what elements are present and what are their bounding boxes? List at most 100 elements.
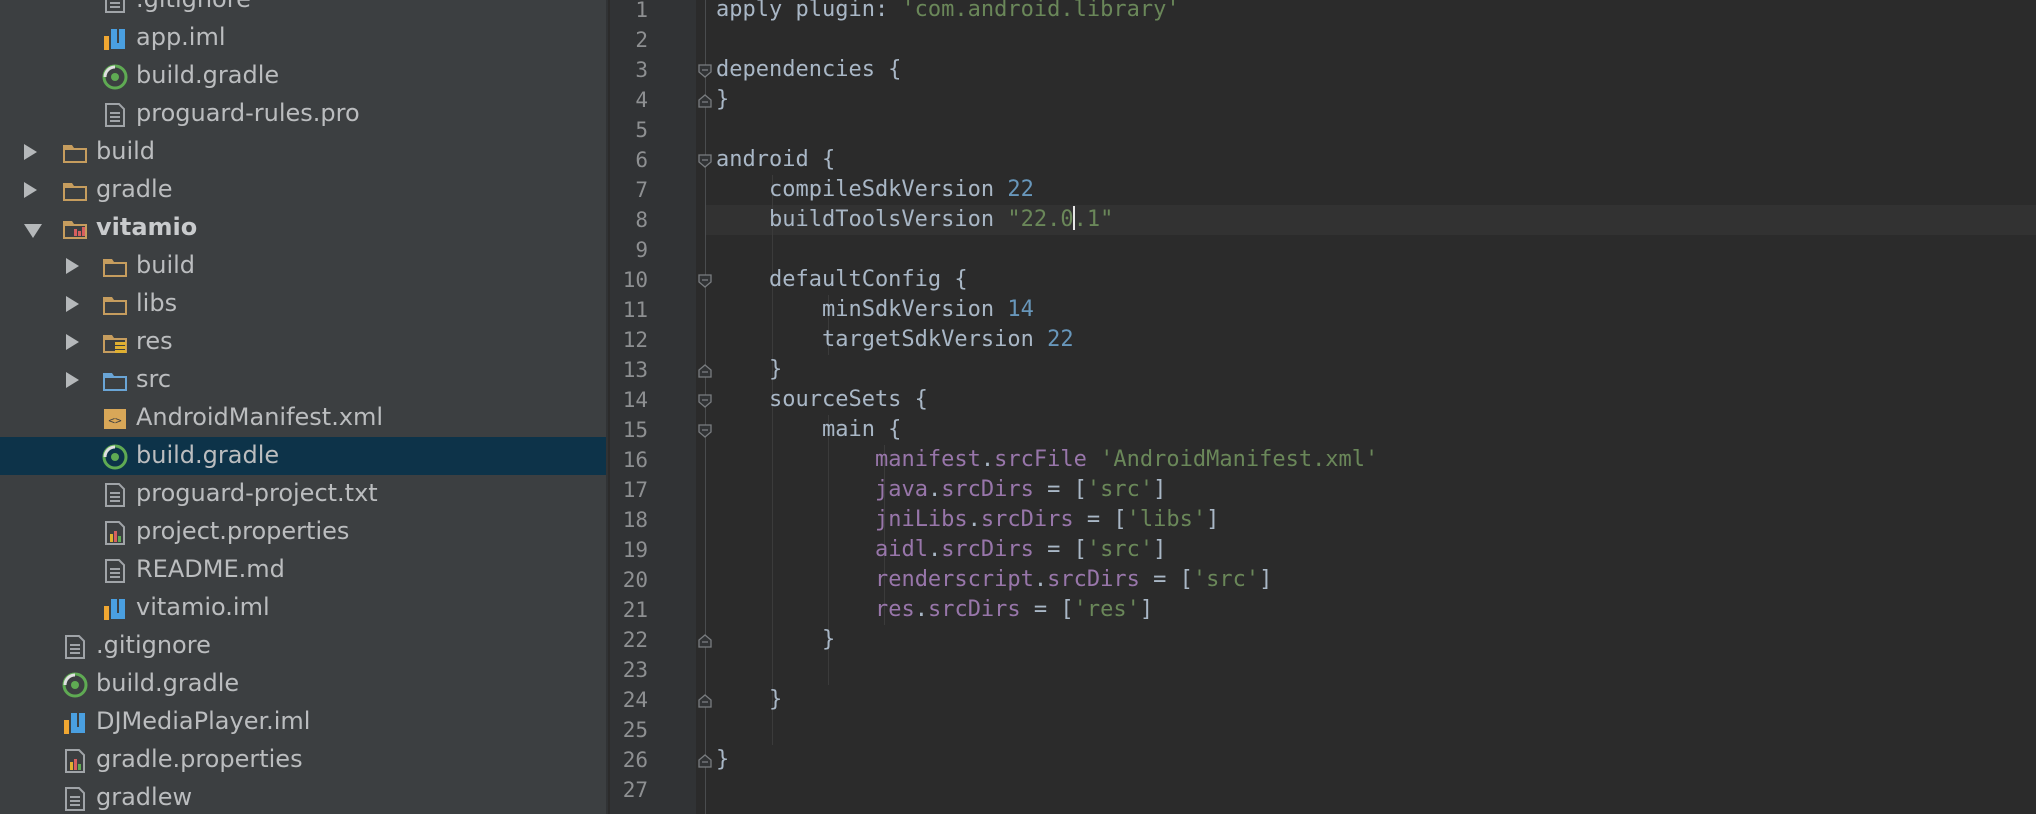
line-number: 21: [622, 598, 648, 622]
line-number: 9: [635, 238, 648, 262]
code-line[interactable]: java.srcDirs = ['src']: [716, 475, 1166, 505]
gradle-file-icon: [102, 64, 128, 90]
fold-open-icon[interactable]: [698, 423, 712, 438]
code-line[interactable]: dependencies {: [716, 55, 901, 85]
tree-item-label: build.gradle: [136, 61, 280, 89]
tree-item[interactable]: <> AndroidManifest.xml: [0, 399, 608, 437]
fold-open-icon[interactable]: [698, 153, 712, 168]
tree-item[interactable]: gradle.properties: [0, 741, 608, 779]
fold-close-icon[interactable]: [698, 633, 712, 648]
code-line[interactable]: }: [716, 685, 782, 715]
tree-item-label: app.iml: [136, 23, 226, 51]
tree-item[interactable]: build: [0, 247, 608, 285]
tree-item[interactable]: README.md: [0, 551, 608, 589]
expand-arrow-down-icon[interactable]: [24, 224, 42, 238]
code-editor[interactable]: 1 2 3 4 5 6 7 8 9 10 11 12 13 14 15 16 17 18 19 20 21 22 23 24 2…: [610, 0, 2036, 814]
tree-item[interactable]: DJMediaPlayer.iml: [0, 703, 608, 741]
folder-icon: [102, 254, 128, 280]
code-line[interactable]: }: [716, 85, 729, 115]
tree-item[interactable]: build.gradle: [0, 665, 608, 703]
line-number: 12: [622, 328, 648, 352]
tree-item-label: project.properties: [136, 517, 350, 545]
line-number: 24: [622, 688, 648, 712]
code-line[interactable]: res.srcDirs = ['res']: [716, 595, 1153, 625]
fold-close-icon[interactable]: [698, 93, 712, 108]
code-line[interactable]: minSdkVersion 14: [716, 295, 1034, 325]
tree-item[interactable]: build.gradle: [0, 437, 608, 475]
code-line[interactable]: }: [716, 745, 729, 775]
text-caret: [1072, 206, 1075, 230]
code-line[interactable]: android {: [716, 145, 835, 175]
line-number: 5: [635, 118, 648, 142]
line-number: 17: [622, 478, 648, 502]
text-file-icon: [62, 786, 88, 812]
code-line[interactable]: targetSdkVersion 22: [716, 325, 1074, 355]
fold-open-icon[interactable]: [698, 63, 712, 78]
expand-arrow-right-icon[interactable]: [66, 372, 79, 388]
gradle-file-icon: [102, 444, 128, 470]
code-line[interactable]: }: [716, 355, 782, 385]
fold-close-icon[interactable]: [698, 753, 712, 768]
text-file-icon: [102, 482, 128, 508]
tree-item[interactable]: project.properties: [0, 513, 608, 551]
tree-item-label: build.gradle: [96, 669, 240, 697]
tree-item[interactable]: .gitignore: [0, 627, 608, 665]
tree-item[interactable]: gradlew: [0, 779, 608, 814]
fold-close-icon[interactable]: [698, 693, 712, 708]
code-line[interactable]: jniLibs.srcDirs = ['libs']: [716, 505, 1219, 535]
gradle-file-icon: [62, 672, 88, 698]
tree-item-label: DJMediaPlayer.iml: [96, 707, 311, 735]
tree-item-label: AndroidManifest.xml: [136, 403, 384, 431]
tree-item[interactable]: vitamio: [0, 209, 608, 247]
tree-item[interactable]: build.gradle: [0, 57, 608, 95]
code-line[interactable]: renderscript.srcDirs = ['src']: [716, 565, 1272, 595]
fold-open-icon[interactable]: [698, 273, 712, 288]
code-line[interactable]: buildToolsVersion "22.0.1": [716, 205, 1113, 235]
tree-item[interactable]: build: [0, 133, 608, 171]
tree-item-label: build: [96, 137, 156, 165]
tree-item-label: proguard-rules.pro: [136, 99, 360, 127]
tree-item[interactable]: res: [0, 323, 608, 361]
line-number: 15: [622, 418, 648, 442]
fold-close-icon[interactable]: [698, 363, 712, 378]
line-number: 14: [622, 388, 648, 412]
tree-item[interactable]: app.iml: [0, 19, 608, 57]
code-line[interactable]: manifest.srcFile 'AndroidManifest.xml': [716, 445, 1378, 475]
tree-item-label: README.md: [136, 555, 285, 583]
source-folder-icon: [102, 368, 128, 394]
tree-item[interactable]: gradle: [0, 171, 608, 209]
expand-arrow-right-icon[interactable]: [66, 296, 79, 312]
code-line[interactable]: }: [716, 625, 835, 655]
tree-item[interactable]: vitamio.iml: [0, 589, 608, 627]
properties-file-icon: [102, 520, 128, 546]
tree-item[interactable]: .gitignore: [0, 0, 608, 19]
fold-open-icon[interactable]: [698, 393, 712, 408]
line-number: 20: [622, 568, 648, 592]
tree-item-label: gradle: [96, 175, 173, 203]
expand-arrow-right-icon[interactable]: [24, 144, 37, 160]
code-line[interactable]: sourceSets {: [716, 385, 928, 415]
code-line[interactable]: apply plugin: 'com.android.library': [716, 0, 1180, 25]
line-number: 1: [635, 0, 648, 22]
line-number: 27: [622, 778, 648, 802]
tree-item[interactable]: src: [0, 361, 608, 399]
properties-file-icon: [62, 748, 88, 774]
line-number: 6: [635, 148, 648, 172]
tree-item[interactable]: proguard-rules.pro: [0, 95, 608, 133]
expand-arrow-right-icon[interactable]: [66, 334, 79, 350]
tree-item-label: gradlew: [96, 783, 193, 811]
folder-icon: [62, 140, 88, 166]
tree-item[interactable]: proguard-project.txt: [0, 475, 608, 513]
tree-item-label: libs: [136, 289, 178, 317]
text-file-icon: [62, 634, 88, 660]
expand-arrow-right-icon[interactable]: [24, 182, 37, 198]
tree-item[interactable]: libs: [0, 285, 608, 323]
text-file-icon: [102, 0, 128, 14]
line-number: 3: [635, 58, 648, 82]
expand-arrow-right-icon[interactable]: [66, 258, 79, 274]
line-number: 16: [622, 448, 648, 472]
code-line[interactable]: aidl.srcDirs = ['src']: [716, 535, 1166, 565]
code-line[interactable]: defaultConfig {: [716, 265, 968, 295]
code-line[interactable]: compileSdkVersion 22: [716, 175, 1034, 205]
code-line[interactable]: main {: [716, 415, 901, 445]
